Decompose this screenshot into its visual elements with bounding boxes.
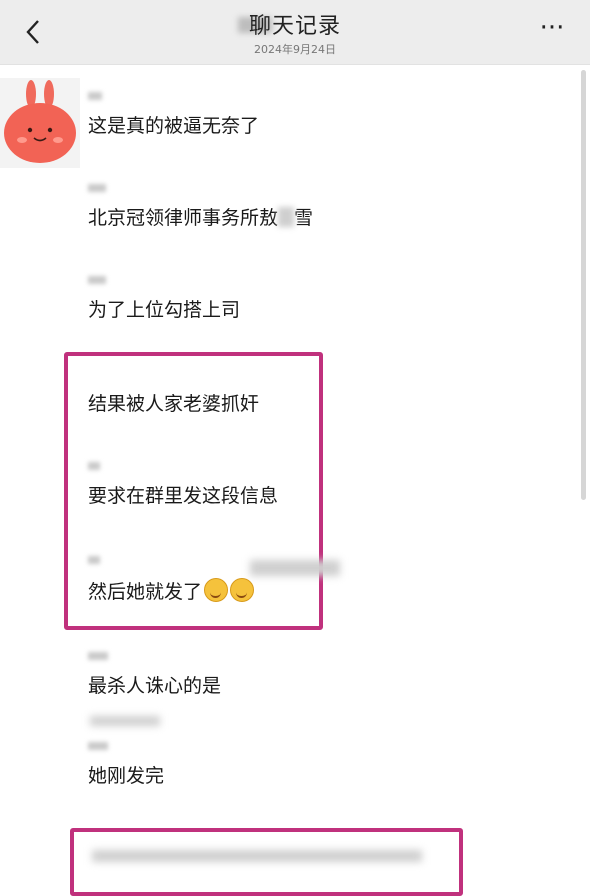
- redacted-sender: [88, 276, 106, 284]
- title-area: 聊天记录 2024年9月24日: [0, 8, 590, 57]
- message-item: 为了上位勾搭上司: [88, 276, 240, 322]
- message-text: 结果被人家老婆抓奸: [88, 393, 260, 415]
- message-item: 结果被人家老婆抓奸: [88, 392, 259, 416]
- message-text: 北京冠领律师事务所敖雪: [88, 206, 313, 230]
- message-text: 为了上位勾搭上司: [88, 299, 241, 321]
- redacted-content: [250, 560, 340, 576]
- redacted-sender: [88, 92, 102, 100]
- message-text: 然后她就发了: [88, 578, 255, 604]
- message-item: 北京冠领律师事务所敖雪: [88, 184, 313, 230]
- message-text: 这是真的被逼无奈了: [88, 115, 260, 137]
- laughing-tears-emoji-icon: [204, 578, 229, 602]
- redacted-sender: [88, 462, 100, 470]
- redacted-character: [278, 207, 295, 227]
- redacted-sender: [88, 742, 108, 750]
- redacted-sender: [88, 556, 100, 564]
- message-item: 然后她就发了: [88, 556, 255, 604]
- laughing-tears-emoji-icon: [230, 578, 255, 602]
- message-text: 她刚发完: [88, 765, 165, 787]
- redacted-content: [90, 716, 160, 726]
- highlight-box: [70, 828, 463, 896]
- pink-rabbit-avatar-icon: [4, 80, 76, 163]
- page-title: 聊天记录: [248, 14, 341, 39]
- avatar: [0, 78, 80, 168]
- message-text-part: 雪: [294, 207, 314, 229]
- message-item: 她刚发完: [88, 742, 164, 788]
- redacted-sender: [88, 652, 108, 660]
- message-item: 这是真的被逼无奈了: [88, 92, 259, 138]
- message-item: 最杀人诛心的是: [88, 652, 221, 698]
- message-text: 要求在群里发这段信息: [88, 485, 279, 507]
- redacted-content: [92, 850, 422, 862]
- scrollbar[interactable]: [581, 70, 586, 500]
- top-bar: 聊天记录 2024年9月24日 ···: [0, 0, 590, 65]
- message-text: 最杀人诛心的是: [88, 675, 222, 697]
- more-dots-icon: ···: [539, 13, 565, 43]
- message-text-part: 然后她就发了: [88, 581, 203, 603]
- message-item: 要求在群里发这段信息: [88, 462, 278, 508]
- message-text-part: 北京冠领律师事务所敖: [88, 207, 279, 229]
- redacted-sender: [88, 184, 106, 192]
- more-button[interactable]: ···: [532, 15, 572, 48]
- page-subtitle: 2024年9月24日: [254, 43, 336, 56]
